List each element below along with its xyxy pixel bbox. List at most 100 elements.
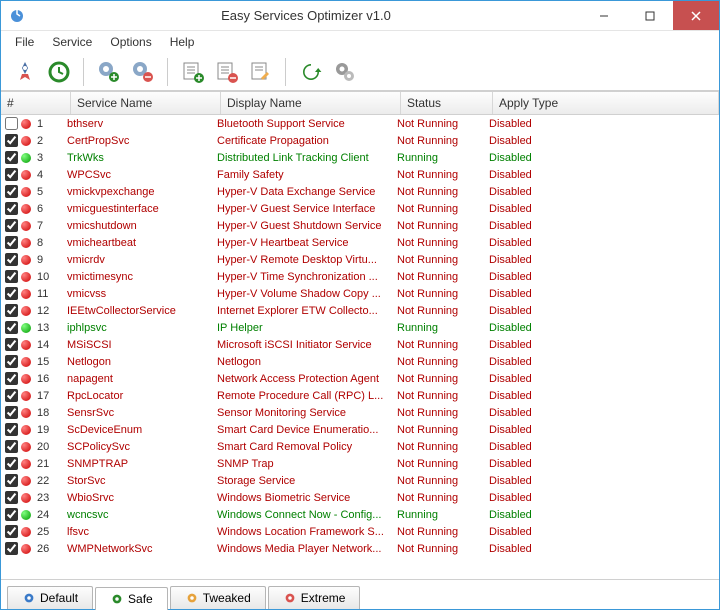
display-name: Hyper-V Data Exchange Service bbox=[217, 186, 397, 198]
table-row[interactable]: 10vmictimesyncHyper-V Time Synchronizati… bbox=[1, 268, 719, 285]
gear-remove-icon[interactable] bbox=[129, 58, 157, 86]
table-row[interactable]: 25lfsvcWindows Location Framework S...No… bbox=[1, 523, 719, 540]
status-dot-icon bbox=[21, 238, 31, 248]
maximize-button[interactable] bbox=[627, 1, 673, 30]
row-checkbox[interactable] bbox=[5, 542, 18, 555]
row-checkbox[interactable] bbox=[5, 236, 18, 249]
row-checkbox[interactable] bbox=[5, 185, 18, 198]
row-number: 25 bbox=[37, 526, 67, 538]
table-row[interactable]: 26WMPNetworkSvcWindows Media Player Netw… bbox=[1, 540, 719, 557]
row-checkbox[interactable] bbox=[5, 219, 18, 232]
column-service-name[interactable]: Service Name bbox=[71, 92, 221, 114]
table-row[interactable]: 17RpcLocatorRemote Procedure Call (RPC) … bbox=[1, 387, 719, 404]
row-checkbox[interactable] bbox=[5, 287, 18, 300]
menu-service[interactable]: Service bbox=[44, 33, 100, 51]
row-checkbox[interactable] bbox=[5, 491, 18, 504]
table-row[interactable]: 7vmicshutdownHyper-V Guest Shutdown Serv… bbox=[1, 217, 719, 234]
row-checkbox[interactable] bbox=[5, 372, 18, 385]
table-row[interactable]: 23WbioSrvcWindows Biometric ServiceNot R… bbox=[1, 489, 719, 506]
table-row[interactable]: 22StorSvcStorage ServiceNot RunningDisab… bbox=[1, 472, 719, 489]
row-checkbox[interactable] bbox=[5, 168, 18, 181]
table-row[interactable]: 20SCPolicySvcSmart Card Removal PolicyNo… bbox=[1, 438, 719, 455]
service-name: wcncsvc bbox=[67, 509, 217, 521]
table-row[interactable]: 11vmicvssHyper-V Volume Shadow Copy ...N… bbox=[1, 285, 719, 302]
status-text: Not Running bbox=[397, 305, 489, 317]
row-checkbox[interactable] bbox=[5, 406, 18, 419]
row-checkbox[interactable] bbox=[5, 389, 18, 402]
list-add-icon[interactable] bbox=[179, 58, 207, 86]
service-name: vmickvpexchange bbox=[67, 186, 217, 198]
row-checkbox[interactable] bbox=[5, 338, 18, 351]
status-dot-icon bbox=[21, 136, 31, 146]
list-remove-icon[interactable] bbox=[213, 58, 241, 86]
row-checkbox[interactable] bbox=[5, 423, 18, 436]
menu-options[interactable]: Options bbox=[102, 33, 159, 51]
row-number: 23 bbox=[37, 492, 67, 504]
table-row[interactable]: 6vmicguestinterfaceHyper-V Guest Service… bbox=[1, 200, 719, 217]
tab-safe[interactable]: Safe bbox=[95, 587, 168, 610]
table-row[interactable]: 4WPCSvcFamily SafetyNot RunningDisabled bbox=[1, 166, 719, 183]
tab-extreme[interactable]: Extreme bbox=[268, 586, 361, 609]
apply-type: Disabled bbox=[489, 271, 719, 283]
gear-icon bbox=[185, 591, 199, 605]
apply-type: Disabled bbox=[489, 543, 719, 555]
rocket-icon[interactable] bbox=[11, 58, 39, 86]
row-checkbox[interactable] bbox=[5, 440, 18, 453]
tab-default[interactable]: Default bbox=[7, 586, 93, 609]
table-row[interactable]: 24wcncsvcWindows Connect Now - Config...… bbox=[1, 506, 719, 523]
row-checkbox[interactable] bbox=[5, 304, 18, 317]
minimize-button[interactable] bbox=[581, 1, 627, 30]
row-checkbox[interactable] bbox=[5, 321, 18, 334]
status-text: Not Running bbox=[397, 441, 489, 453]
status-text: Not Running bbox=[397, 203, 489, 215]
row-number: 10 bbox=[37, 271, 67, 283]
row-checkbox[interactable] bbox=[5, 151, 18, 164]
row-checkbox[interactable] bbox=[5, 525, 18, 538]
table-row[interactable]: 1bthservBluetooth Support ServiceNot Run… bbox=[1, 115, 719, 132]
menu-help[interactable]: Help bbox=[162, 33, 203, 51]
table-row[interactable]: 13iphlpsvcIP HelperRunningDisabled bbox=[1, 319, 719, 336]
gear-add-icon[interactable] bbox=[95, 58, 123, 86]
table-row[interactable]: 12IEEtwCollectorServiceInternet Explorer… bbox=[1, 302, 719, 319]
apply-type: Disabled bbox=[489, 339, 719, 351]
row-checkbox[interactable] bbox=[5, 457, 18, 470]
column-number[interactable]: # bbox=[1, 92, 71, 114]
status-text: Not Running bbox=[397, 135, 489, 147]
table-row[interactable]: 21SNMPTRAPSNMP TrapNot RunningDisabled bbox=[1, 455, 719, 472]
status-dot-icon bbox=[21, 221, 31, 231]
table-row[interactable]: 9vmicrdvHyper-V Remote Desktop Virtu...N… bbox=[1, 251, 719, 268]
column-status[interactable]: Status bbox=[401, 92, 493, 114]
table-row[interactable]: 14MSiSCSIMicrosoft iSCSI Initiator Servi… bbox=[1, 336, 719, 353]
restore-icon[interactable] bbox=[45, 58, 73, 86]
table-row[interactable]: 18SensrSvcSensor Monitoring ServiceNot R… bbox=[1, 404, 719, 421]
row-checkbox[interactable] bbox=[5, 253, 18, 266]
row-checkbox[interactable] bbox=[5, 508, 18, 521]
row-checkbox[interactable] bbox=[5, 202, 18, 215]
table-row[interactable]: 3TrkWksDistributed Link Tracking ClientR… bbox=[1, 149, 719, 166]
status-dot-icon bbox=[21, 170, 31, 180]
row-number: 9 bbox=[37, 254, 67, 266]
tab-tweaked[interactable]: Tweaked bbox=[170, 586, 266, 609]
menu-file[interactable]: File bbox=[7, 33, 42, 51]
refresh-icon[interactable] bbox=[297, 58, 325, 86]
row-checkbox[interactable] bbox=[5, 474, 18, 487]
column-display-name[interactable]: Display Name bbox=[221, 92, 401, 114]
close-button[interactable] bbox=[673, 1, 719, 30]
column-apply-type[interactable]: Apply Type bbox=[493, 92, 719, 114]
table-row[interactable]: 16napagentNetwork Access Protection Agen… bbox=[1, 370, 719, 387]
table-row[interactable]: 2CertPropSvcCertificate PropagationNot R… bbox=[1, 132, 719, 149]
status-text: Not Running bbox=[397, 492, 489, 504]
row-checkbox[interactable] bbox=[5, 355, 18, 368]
table-row[interactable]: 19ScDeviceEnumSmart Card Device Enumerat… bbox=[1, 421, 719, 438]
row-checkbox[interactable] bbox=[5, 117, 18, 130]
status-text: Not Running bbox=[397, 424, 489, 436]
row-checkbox[interactable] bbox=[5, 270, 18, 283]
list-edit-icon[interactable] bbox=[247, 58, 275, 86]
grid-header: # Service Name Display Name Status Apply… bbox=[1, 92, 719, 115]
table-row[interactable]: 5vmickvpexchangeHyper-V Data Exchange Se… bbox=[1, 183, 719, 200]
table-row[interactable]: 8vmicheartbeatHyper-V Heartbeat ServiceN… bbox=[1, 234, 719, 251]
row-checkbox[interactable] bbox=[5, 134, 18, 147]
row-number: 20 bbox=[37, 441, 67, 453]
table-row[interactable]: 15NetlogonNetlogonNot RunningDisabled bbox=[1, 353, 719, 370]
settings-icon[interactable] bbox=[331, 58, 359, 86]
